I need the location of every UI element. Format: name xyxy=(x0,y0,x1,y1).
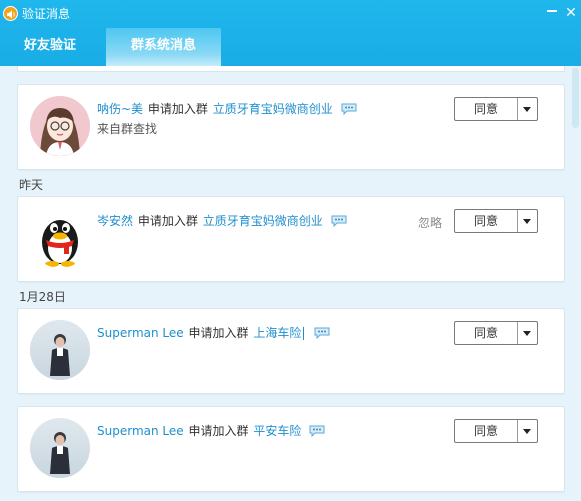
qq-penguin-avatar[interactable] xyxy=(30,208,90,268)
man-photo-avatar[interactable] xyxy=(30,320,90,380)
agree-dropdown-button[interactable]: 同意 xyxy=(454,97,538,121)
requester-nickname[interactable]: 岑安然 xyxy=(97,214,133,228)
date-separator: 1月28日 xyxy=(19,290,66,304)
chevron-down-icon[interactable] xyxy=(518,322,537,344)
request-text: 岑安然 申请加入群 立质牙育宝妈微商创业 xyxy=(97,212,347,229)
group-name[interactable]: 上海车险 xyxy=(253,326,301,340)
close-icon[interactable]: ✕ xyxy=(564,6,578,20)
message-list: 呐伤~美 申请加入群 立质牙育宝妈微商创业 来自群查找 同意 昨天 岑安然 申请… xyxy=(0,66,581,501)
title-bar: 验证消息 ✕ 好友验证 群系统消息 xyxy=(0,0,581,66)
request-card: 岑安然 申请加入群 立质牙育宝妈微商创业 忽略 同意 xyxy=(17,196,565,282)
tab-friend-verification[interactable]: 好友验证 xyxy=(0,28,100,66)
request-card: Superman Lee 申请加入群 上海车险 同意 xyxy=(17,308,565,394)
request-card: 呐伤~美 申请加入群 立质牙育宝妈微商创业 来自群查找 同意 xyxy=(17,84,565,170)
request-action: 申请加入群 xyxy=(188,326,249,340)
agree-dropdown-button[interactable]: 同意 xyxy=(454,321,538,345)
request-source: 来自群查找 xyxy=(97,122,158,136)
group-name[interactable]: 立质牙育宝妈微商创业 xyxy=(203,214,323,228)
agree-button[interactable]: 同意 xyxy=(455,420,518,442)
agree-button[interactable]: 同意 xyxy=(455,210,518,232)
chevron-down-icon[interactable] xyxy=(518,98,537,120)
request-action: 申请加入群 xyxy=(188,424,249,438)
date-separator: 昨天 xyxy=(19,178,44,192)
minimize-icon[interactable] xyxy=(547,10,557,12)
chat-bubble-icon[interactable] xyxy=(309,425,325,437)
text-cursor xyxy=(303,327,305,340)
request-card: Superman Lee 申请加入群 平安车险 同意 xyxy=(17,406,565,492)
window-title: 验证消息 xyxy=(22,7,71,21)
agree-dropdown-button[interactable]: 同意 xyxy=(454,209,538,233)
agree-button[interactable]: 同意 xyxy=(455,98,518,120)
cartoon-girl-avatar[interactable] xyxy=(30,96,90,156)
request-action: 申请加入群 xyxy=(147,102,208,116)
requester-nickname[interactable]: 呐伤~美 xyxy=(97,102,143,116)
chevron-down-icon[interactable] xyxy=(518,210,537,232)
request-text: 呐伤~美 申请加入群 立质牙育宝妈微商创业 xyxy=(97,100,357,117)
chevron-down-icon[interactable] xyxy=(518,420,537,442)
scrollbar-thumb[interactable] xyxy=(572,68,579,128)
ignore-button[interactable]: 忽略 xyxy=(418,214,442,231)
group-name[interactable]: 平安车险 xyxy=(253,424,301,438)
agree-dropdown-button[interactable]: 同意 xyxy=(454,419,538,443)
agree-button[interactable]: 同意 xyxy=(455,322,518,344)
chat-bubble-icon[interactable] xyxy=(331,215,347,227)
requester-nickname[interactable]: Superman Lee xyxy=(97,424,184,438)
man-photo-avatar[interactable] xyxy=(30,418,90,478)
previous-card-edge xyxy=(17,66,565,72)
request-action: 申请加入群 xyxy=(137,214,198,228)
scrollbar[interactable] xyxy=(571,66,581,501)
requester-nickname[interactable]: Superman Lee xyxy=(97,326,184,340)
tab-group-system-messages[interactable]: 群系统消息 xyxy=(106,28,221,66)
chat-bubble-icon[interactable] xyxy=(314,327,330,339)
speaker-icon xyxy=(3,6,18,21)
request-text: Superman Lee 申请加入群 上海车险 xyxy=(97,324,330,341)
group-name[interactable]: 立质牙育宝妈微商创业 xyxy=(213,102,333,116)
chat-bubble-icon[interactable] xyxy=(341,103,357,115)
request-text: Superman Lee 申请加入群 平安车险 xyxy=(97,422,325,439)
